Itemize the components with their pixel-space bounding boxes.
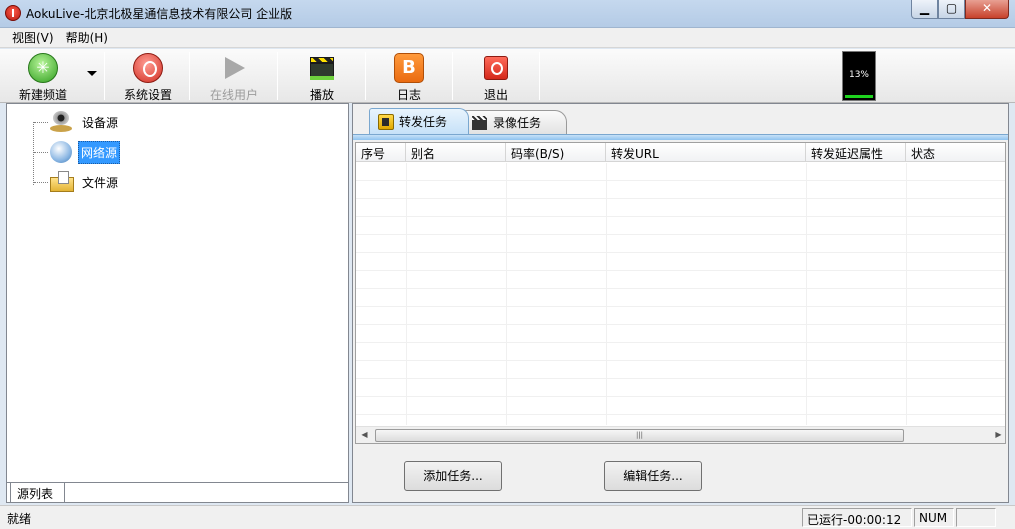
menu-help[interactable]: 帮助(H): [60, 29, 114, 46]
new-channel-icon: [28, 53, 58, 83]
play-label: 播放: [309, 88, 334, 102]
task-panel: 录像任务 转发任务 序号 别名 码率(B/S) 转发URL 转发延迟属性 状态 …: [352, 103, 1009, 503]
log-button[interactable]: 日志: [380, 49, 438, 103]
new-channel-label: 新建频道: [18, 88, 67, 102]
toolbar-separator: [452, 52, 453, 100]
column-header-alias[interactable]: 别名: [406, 143, 506, 162]
tree-item-label: 网络源: [78, 140, 121, 164]
toolbar-separator: [365, 52, 366, 100]
tab-source-list[interactable]: 源列表: [10, 483, 65, 503]
cpu-usage-text: 13%: [848, 70, 869, 80]
num-lock-indicator: NUM: [914, 508, 954, 527]
toolbar-separator: [277, 52, 278, 100]
forward-task-table[interactable]: 序号 别名 码率(B/S) 转发URL 转发延迟属性 状态 ◀ ||| ▶: [355, 142, 1006, 444]
tab-record-tasks[interactable]: 录像任务: [463, 110, 567, 134]
play-button[interactable]: 播放: [292, 49, 352, 103]
column-header-index[interactable]: 序号: [356, 143, 406, 162]
minimize-button[interactable]: ▁: [911, 0, 938, 19]
horizontal-scrollbar[interactable]: ◀ ||| ▶: [356, 426, 1005, 443]
table-header: 序号 别名 码率(B/S) 转发URL 转发延迟属性 状态: [356, 143, 1005, 162]
window-controls: ▁ ▢ ✕: [911, 0, 1009, 20]
column-header-url[interactable]: 转发URL: [606, 143, 806, 162]
table-body: [356, 163, 1005, 425]
column-header-delay[interactable]: 转发延迟属性: [806, 143, 906, 162]
runtime-indicator: 已运行-00:00:12: [802, 508, 912, 527]
status-text: 就绪: [7, 512, 32, 526]
menu-bar: 视图(V) 帮助(H): [0, 28, 1015, 48]
online-users-button[interactable]: 在线用户: [201, 49, 267, 103]
menu-view[interactable]: 视图(V): [6, 29, 60, 46]
globe-icon: [50, 141, 72, 163]
column-header-status[interactable]: 状态: [906, 143, 1005, 162]
tree-item-device-source[interactable]: 设备源: [34, 109, 120, 135]
maximize-button[interactable]: ▢: [938, 0, 965, 19]
toolbar-separator: [104, 52, 105, 100]
tab-label: 转发任务: [399, 115, 448, 129]
scroll-right-icon[interactable]: ▶: [990, 427, 1005, 443]
close-icon: ✕: [981, 1, 993, 15]
window-title: AokuLive-北京北极星通信息技术有限公司 企业版: [26, 7, 293, 21]
online-users-label: 在线用户: [209, 88, 258, 102]
title-bar: AokuLive-北京北极星通信息技术有限公司 企业版 ▁ ▢ ✕: [0, 0, 1015, 28]
new-channel-button[interactable]: 新建频道: [10, 49, 76, 103]
cpu-usage-bar: [845, 95, 873, 98]
tab-label: 录像任务: [493, 116, 542, 130]
scrollbar-thumb[interactable]: |||: [375, 429, 904, 442]
scroll-left-icon[interactable]: ◀: [356, 427, 373, 443]
toolbar: 新建频道 系统设置 在线用户 播放 日志 退出 13%: [0, 49, 1015, 103]
log-label: 日志: [396, 88, 421, 102]
exit-button[interactable]: 退出: [467, 49, 525, 103]
system-settings-button[interactable]: 系统设置: [116, 49, 180, 103]
clapperboard-icon: [307, 53, 337, 83]
close-button[interactable]: ✕: [965, 0, 1009, 19]
toolbar-separator: [539, 52, 540, 100]
exit-label: 退出: [483, 88, 508, 102]
add-task-button[interactable]: 添加任务...: [404, 461, 502, 491]
cpu-usage-meter: 13%: [842, 51, 876, 101]
webcam-icon: [50, 111, 74, 133]
folder-file-icon: [50, 171, 74, 193]
tab-forward-tasks[interactable]: 转发任务: [369, 108, 469, 134]
tree-item-label: 文件源: [82, 175, 119, 190]
power-icon: [484, 56, 508, 80]
minimize-icon: ▁: [919, 1, 930, 15]
clapper-icon: [472, 115, 488, 131]
tree-item-label: 设备源: [82, 115, 119, 130]
source-tree-panel: 设备源 网络源 文件源 源列表: [6, 103, 349, 503]
play-arrow-icon: [219, 53, 249, 83]
new-channel-dropdown-icon[interactable]: [87, 71, 97, 76]
toolbar-separator: [189, 52, 190, 100]
column-header-bitrate[interactable]: 码率(B/S): [506, 143, 606, 162]
app-logo-icon: [5, 5, 21, 21]
tree-item-file-source[interactable]: 文件源: [34, 169, 120, 195]
task-tabs: 录像任务 转发任务: [353, 104, 1008, 140]
status-bar: 就绪 已运行-00:00:12 NUM: [0, 505, 1015, 529]
forward-task-icon: [378, 113, 394, 130]
tree-item-network-source[interactable]: 网络源: [34, 139, 121, 165]
power-settings-icon: [133, 53, 163, 83]
maximize-icon: ▢: [945, 1, 958, 15]
blogger-icon: [394, 53, 424, 83]
status-empty-cell: [956, 508, 996, 527]
tab-underline: [353, 134, 1008, 140]
edit-task-button[interactable]: 编辑任务...: [604, 461, 702, 491]
source-tree: 设备源 网络源 文件源: [7, 104, 348, 482]
system-settings-label: 系统设置: [123, 88, 172, 102]
